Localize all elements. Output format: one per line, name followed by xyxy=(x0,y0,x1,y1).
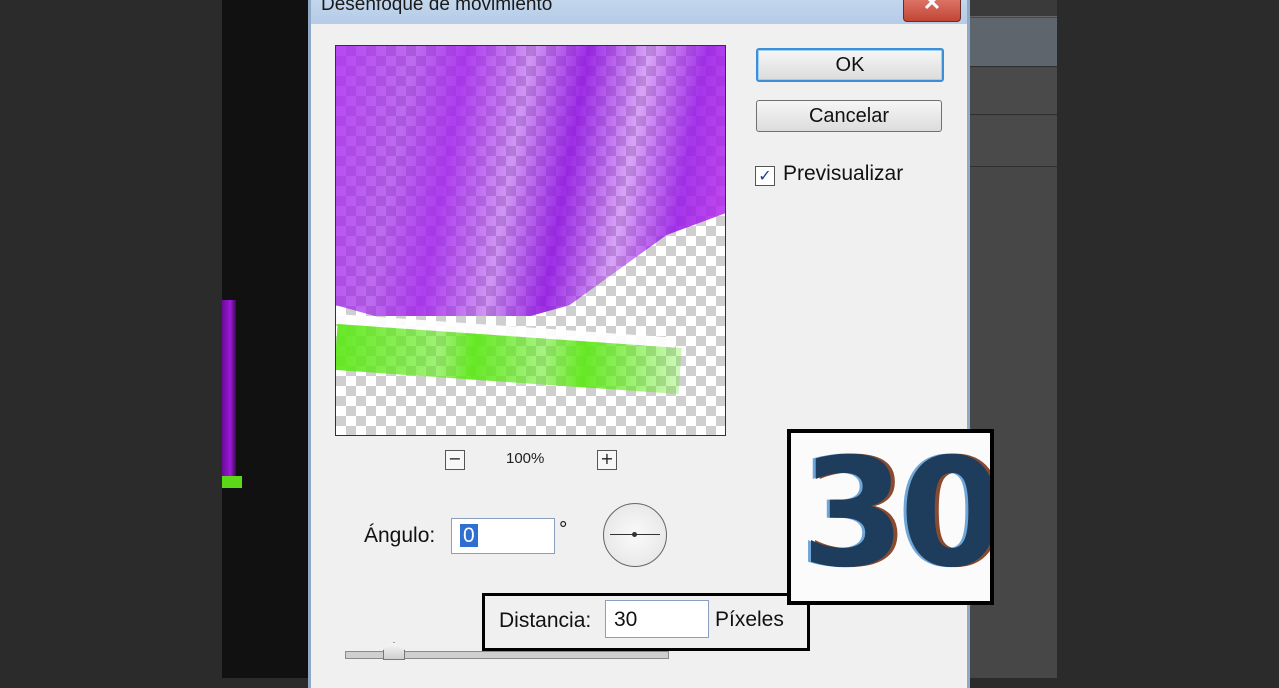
close-icon: ✕ xyxy=(922,0,942,15)
zoom-level: 100% xyxy=(506,450,545,467)
background-right-row xyxy=(965,18,1057,67)
background-right-header xyxy=(965,0,1057,17)
distance-slider-thumb[interactable] xyxy=(383,642,405,660)
plus-icon: + xyxy=(600,449,614,468)
dialog-title: Desenfoque de movimiento xyxy=(321,0,553,15)
angle-unit: ° xyxy=(559,518,568,541)
cancel-button[interactable]: Cancelar xyxy=(756,100,942,132)
background-right-row xyxy=(965,68,1057,115)
close-button[interactable]: ✕ xyxy=(903,0,961,22)
angle-value: 0 xyxy=(460,524,478,547)
angle-dial-center xyxy=(632,532,637,537)
distance-callout: Distancia: 30 Píxeles xyxy=(482,593,810,651)
background-purple-stripe xyxy=(222,300,236,480)
background-green-stripe xyxy=(222,476,242,488)
angle-dial[interactable] xyxy=(603,503,667,567)
distance-label: Distancia: xyxy=(499,609,592,632)
preview-purple-shape xyxy=(336,46,725,316)
preview-label: Previsualizar xyxy=(783,162,904,185)
dialog-titlebar: Desenfoque de movimiento ✕ xyxy=(311,0,967,24)
checkmark-icon: ✓ xyxy=(758,166,772,185)
zoom-out-button[interactable]: − xyxy=(445,450,465,470)
angle-input[interactable]: 0 xyxy=(451,518,555,554)
preview-checkbox[interactable]: ✓ xyxy=(755,166,775,186)
angle-label: Ángulo: xyxy=(364,524,436,547)
distance-input[interactable]: 30 xyxy=(605,600,709,638)
zoom-in-button[interactable]: + xyxy=(597,450,617,470)
distance-value: 30 xyxy=(614,608,638,631)
distance-unit: Píxeles xyxy=(715,608,784,631)
zoomed-distance-value: 30 xyxy=(801,429,994,601)
ok-button[interactable]: OK xyxy=(756,48,944,82)
minus-icon: − xyxy=(448,449,462,468)
zoomed-value-callout: 30 xyxy=(787,429,994,605)
background-right-row xyxy=(965,116,1057,167)
preview-canvas[interactable] xyxy=(335,45,726,436)
